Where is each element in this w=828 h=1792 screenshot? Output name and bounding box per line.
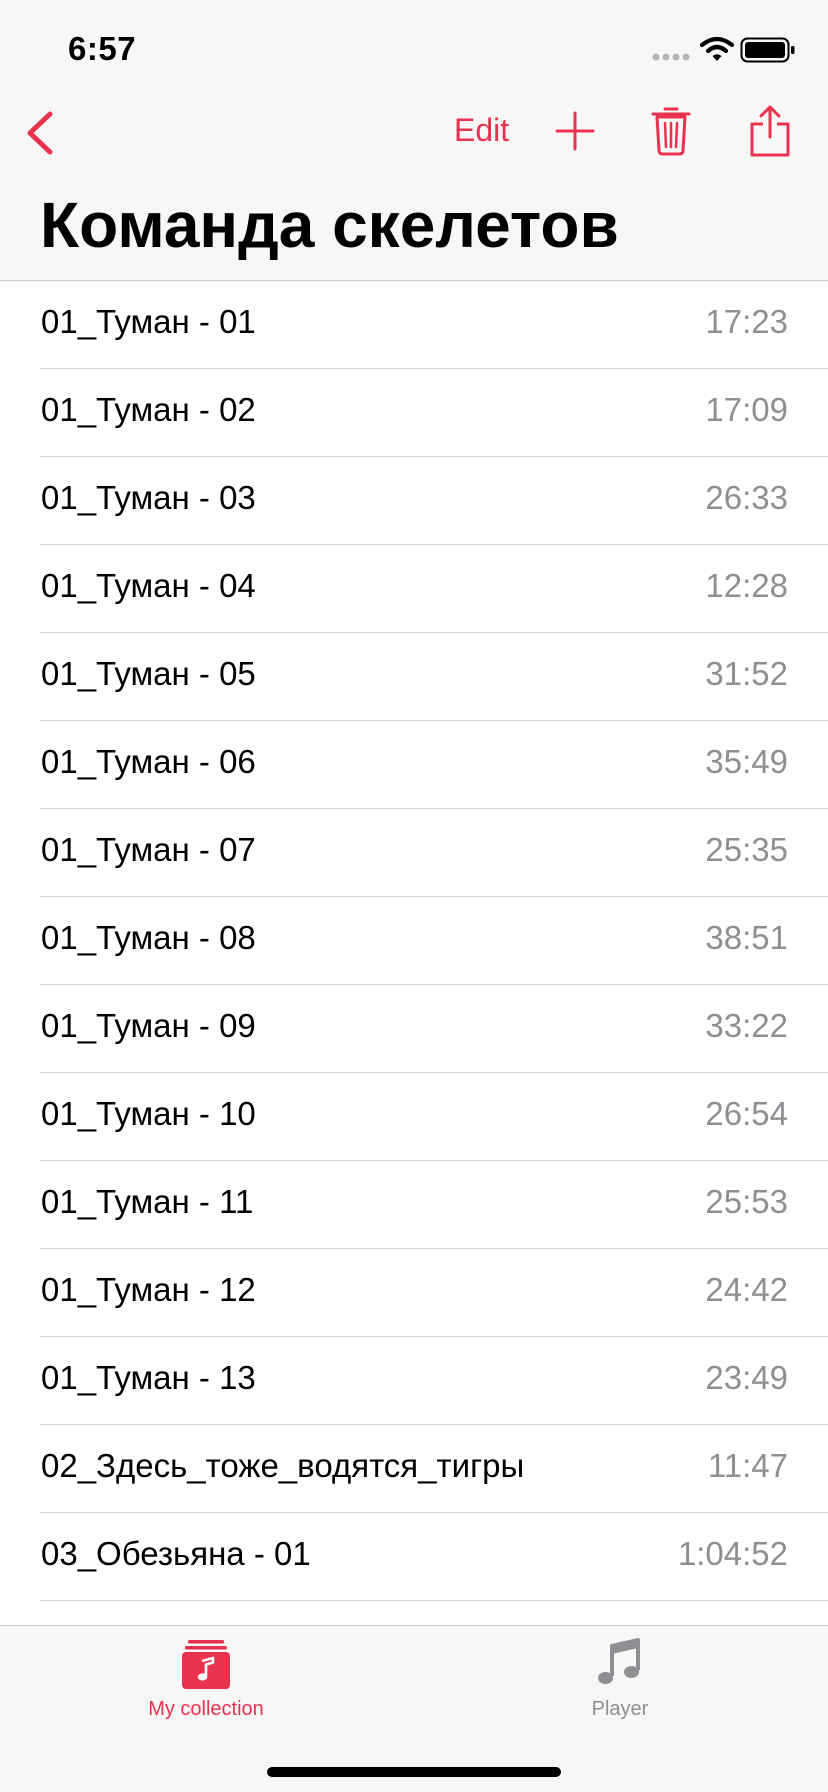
track-title: 01_Туман - 11	[41, 1183, 254, 1220]
track-title: 01_Туман - 05	[41, 655, 256, 692]
track-duration: 23:49	[705, 1359, 788, 1396]
track-row[interactable]: 03_Обезьяна - 01 1:04:52	[0, 1513, 828, 1601]
battery-icon	[740, 37, 795, 63]
track-row[interactable]: 02_Здесь_тоже_водятся_тигры 11:47	[0, 1425, 828, 1513]
track-title: 01_Туман - 12	[41, 1271, 256, 1308]
track-row[interactable]: 01_Туман - 02 17:09	[0, 369, 828, 457]
wifi-icon	[700, 36, 734, 61]
add-icon[interactable]	[554, 110, 596, 152]
track-row[interactable]: 01_Туман - 12 24:42	[0, 1249, 828, 1337]
track-duration: 11:47	[707, 1447, 788, 1484]
track-duration: 24:42	[705, 1271, 788, 1308]
track-row[interactable]: 01_Туман - 07 25:35	[0, 809, 828, 897]
track-duration: 12:28	[705, 567, 788, 604]
track-duration: 35:49	[705, 743, 788, 780]
trash-icon[interactable]	[650, 104, 692, 156]
tab-player-label: Player	[591, 1698, 649, 1720]
track-duration: 1:04:52	[677, 1535, 788, 1572]
track-duration: 26:33	[705, 479, 788, 516]
tab-my-collection[interactable]: My collection	[106, 1638, 306, 1738]
track-row[interactable]: 01_Туман - 09 33:22	[0, 985, 828, 1073]
cellular-signal-icon	[652, 53, 690, 61]
music-note-icon	[598, 1638, 640, 1684]
app-screen: 6:57 Edit Команда скелетов 01_Туман - 01…	[0, 0, 828, 1792]
tab-player[interactable]: Player	[520, 1638, 720, 1738]
track-duration: 26:54	[705, 1095, 788, 1132]
track-row[interactable]: 01_Туман - 03 26:33	[0, 457, 828, 545]
track-title: 01_Туман - 08	[41, 919, 256, 956]
page-title: Команда скелетов	[40, 189, 619, 261]
track-duration: 17:23	[705, 303, 788, 340]
music-collection-icon	[182, 1640, 230, 1689]
edit-button[interactable]: Edit	[454, 112, 509, 149]
navigation-header: 6:57 Edit Команда скелетов	[0, 0, 828, 281]
tab-my-collection-label: My collection	[148, 1698, 264, 1720]
track-duration: 38:51	[705, 919, 788, 956]
track-row[interactable]: 01_Туман - 08 38:51	[0, 897, 828, 985]
track-title: 01_Туман - 07	[41, 831, 256, 868]
track-row[interactable]: 01_Туман - 04 12:28	[0, 545, 828, 633]
track-list: 01_Туман - 01 17:23 01_Туман - 02 17:09 01_Т…	[0, 281, 828, 1601]
home-indicator[interactable]	[267, 1767, 561, 1777]
track-row[interactable]: 01_Туман - 05 31:52	[0, 633, 828, 721]
track-title: 03_Обезьяна - 01	[41, 1535, 311, 1572]
back-chevron-icon[interactable]	[22, 110, 58, 156]
track-title: 01_Туман - 06	[41, 743, 256, 780]
track-duration: 33:22	[705, 1007, 788, 1044]
track-duration: 31:52	[705, 655, 788, 692]
track-row[interactable]: 01_Туман - 11 25:53	[0, 1161, 828, 1249]
status-time: 6:57	[68, 30, 137, 67]
share-icon[interactable]	[747, 104, 793, 158]
track-title: 01_Туман - 10	[41, 1095, 256, 1132]
track-title: 01_Туман - 02	[41, 391, 256, 428]
track-row[interactable]: 01_Туман - 13 23:49	[0, 1337, 828, 1425]
track-title: 01_Туман - 01	[41, 303, 256, 340]
track-title: 01_Туман - 03	[41, 479, 256, 516]
track-title: 01_Туман - 04	[41, 567, 256, 604]
track-row[interactable]: 01_Туман - 10 26:54	[0, 1073, 828, 1161]
track-row[interactable]: 01_Туман - 01 17:23	[0, 281, 828, 369]
track-row[interactable]: 01_Туман - 06 35:49	[0, 721, 828, 809]
track-title: 01_Туман - 09	[41, 1007, 256, 1044]
track-duration: 17:09	[705, 391, 788, 428]
track-duration: 25:35	[705, 831, 788, 868]
track-duration: 25:53	[705, 1183, 788, 1220]
track-title: 01_Туман - 13	[41, 1359, 256, 1396]
track-title: 02_Здесь_тоже_водятся_тигры	[41, 1447, 525, 1484]
